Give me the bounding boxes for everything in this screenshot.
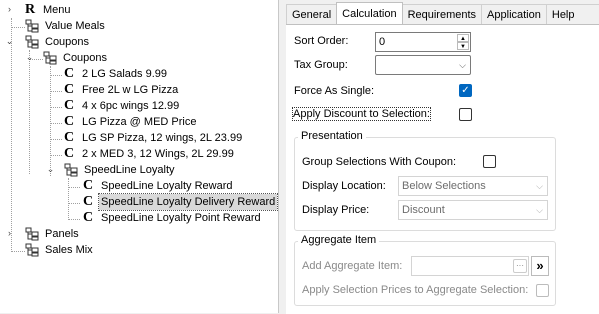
letter-c-icon: C	[63, 66, 75, 81]
letter-c-icon: C	[63, 98, 75, 113]
folder-tree-icon	[25, 35, 39, 49]
tree-node-label: SpeedLine Loyalty Delivery Reward	[97, 193, 278, 211]
display-price-select[interactable]: Discount ⌵	[398, 200, 548, 220]
display-location-value: Below Selections	[402, 180, 486, 192]
tab-help-text[interactable]: Help Text	[545, 4, 599, 41]
display-price-value: Discount	[402, 204, 445, 216]
tree-node-label: Coupons	[45, 36, 90, 48]
tree-node-label: SpeedLine Loyalty	[84, 164, 175, 176]
letter-c-icon: C	[63, 82, 75, 97]
apply-discount-checkbox[interactable]	[459, 108, 472, 121]
force-single-checkbox[interactable]: ✓	[459, 84, 472, 97]
tree-node-label: SpeedLine Loyalty Reward	[101, 180, 233, 192]
tree-node-label: Menu	[43, 4, 71, 16]
sort-order-stepper[interactable]: 0 ▲ ▼	[375, 32, 471, 52]
tab-bar: General Calculation Requirements Applica…	[286, 2, 599, 41]
tree-node-label: 4 x 6pc wings 12.99	[82, 100, 180, 112]
tree-node-panels[interactable]: › Panels	[7, 226, 81, 242]
chevron-down-icon: ⌵	[536, 181, 543, 191]
add-aggregate-button[interactable]: »	[531, 256, 549, 276]
tab-calculation[interactable]: Calculation	[336, 2, 403, 24]
tree-node-coupon[interactable]: C SpeedLine Loyalty Reward	[81, 178, 234, 194]
spin-down-icon[interactable]: ▼	[457, 42, 469, 50]
add-aggregate-label: Add Aggregate Item:	[302, 260, 403, 272]
aggregate-title: Aggregate Item	[298, 234, 380, 246]
folder-tree-icon	[25, 19, 39, 33]
menu-tree[interactable]: › R Menu Value Meals ⌄ Coupons ⌄ Coupons…	[0, 0, 279, 313]
tree-node-label: Coupons	[63, 52, 108, 64]
chevron-down-icon: ⌵	[536, 205, 543, 215]
apply-prices-checkbox[interactable]	[536, 284, 549, 297]
sort-order-value: 0	[379, 36, 386, 48]
tree-node-label: Sales Mix	[45, 244, 93, 256]
display-location-label: Display Location:	[302, 180, 386, 192]
tree-node-sales-mix[interactable]: Sales Mix	[25, 242, 95, 258]
letter-c-icon: C	[82, 178, 94, 193]
tab-general[interactable]: General	[286, 4, 338, 24]
folder-tree-icon	[43, 51, 57, 65]
tree-node-label: Value Meals	[45, 20, 105, 32]
folder-tree-icon	[25, 243, 39, 257]
tree-node-label: LG Pizza @ MED Price	[82, 116, 197, 128]
tree-node-coupons[interactable]: ⌄ Coupons	[5, 34, 91, 50]
apply-prices-label: Apply Selection Prices to Aggregate Sele…	[302, 284, 529, 296]
tree-node-coupon[interactable]: C LG Pizza @ MED Price	[62, 114, 198, 130]
chevron-down-icon[interactable]: ⌄	[5, 37, 14, 46]
tree-node-menu[interactable]: › R Menu	[7, 2, 73, 18]
tax-group-label: Tax Group:	[294, 59, 348, 71]
letter-c-icon: C	[63, 114, 75, 129]
tab-application[interactable]: Application	[481, 4, 547, 24]
letter-c-icon: C	[82, 194, 94, 209]
chevron-down-icon[interactable]: ⌄	[25, 53, 34, 62]
apply-discount-label: Apply Discount to Selection:	[292, 107, 431, 121]
tree-node-label: Free 2L w LG Pizza	[82, 84, 179, 96]
calculation-panel: Sort Order: 0 ▲ ▼ Tax Group: ⌵ Force As …	[286, 24, 599, 314]
tree-node-coupon[interactable]: C 2 x MED 3, 12 Wings, 2L 29.99	[62, 146, 236, 162]
display-price-label: Display Price:	[302, 204, 370, 216]
spin-up-icon[interactable]: ▲	[457, 34, 469, 42]
letter-c-icon: C	[63, 146, 75, 161]
tree-node-value-meals[interactable]: Value Meals	[25, 18, 107, 34]
folder-tree-icon	[64, 163, 78, 177]
tree-node-label: Panels	[45, 228, 79, 240]
letter-r-icon: R	[24, 2, 36, 17]
chevron-right-icon[interactable]: ›	[5, 229, 14, 238]
presentation-title: Presentation	[298, 130, 366, 142]
display-location-select[interactable]: Below Selections ⌵	[398, 176, 548, 196]
tree-node-label: LG SP Pizza, 12 wings, 2L 23.99	[82, 132, 243, 144]
tree-node-coupon[interactable]: C 4 x 6pc wings 12.99	[62, 98, 181, 114]
letter-c-icon: C	[82, 210, 94, 225]
tree-node-coupon[interactable]: C 2 LG Salads 9.99	[62, 66, 169, 82]
tree-node-coupons-sub[interactable]: ⌄ Coupons	[25, 50, 109, 66]
folder-tree-icon	[25, 227, 39, 241]
chevron-right-icon[interactable]: ›	[5, 5, 14, 14]
letter-c-icon: C	[63, 130, 75, 145]
chevron-down-icon: ⌵	[459, 60, 466, 70]
tree-node-coupon[interactable]: C Free 2L w LG Pizza	[62, 82, 180, 98]
add-aggregate-input[interactable]: ···	[411, 256, 529, 276]
tree-node-coupon-selected[interactable]: C SpeedLine Loyalty Delivery Reward	[81, 193, 278, 211]
group-selections-checkbox[interactable]	[483, 155, 496, 168]
tree-node-label: 2 LG Salads 9.99	[82, 68, 168, 80]
chevron-down-icon[interactable]: ⌄	[46, 165, 55, 174]
sort-order-label: Sort Order:	[294, 35, 349, 47]
tab-requirements[interactable]: Requirements	[401, 4, 483, 24]
tree-node-coupon[interactable]: C LG SP Pizza, 12 wings, 2L 23.99	[62, 130, 244, 146]
force-single-label: Force As Single:	[294, 85, 375, 97]
check-icon: ✓	[461, 85, 470, 96]
tree-node-coupon[interactable]: C SpeedLine Loyalty Point Reward	[81, 210, 263, 226]
browse-button[interactable]: ···	[513, 259, 527, 273]
group-selections-label: Group Selections With Coupon:	[302, 156, 457, 168]
tree-node-label: 2 x MED 3, 12 Wings, 2L 29.99	[82, 148, 234, 160]
tree-node-label: SpeedLine Loyalty Point Reward	[101, 212, 261, 224]
tree-node-speedline-loyalty[interactable]: ⌄ SpeedLine Loyalty	[46, 162, 177, 178]
tax-group-select[interactable]: ⌵	[375, 55, 471, 75]
